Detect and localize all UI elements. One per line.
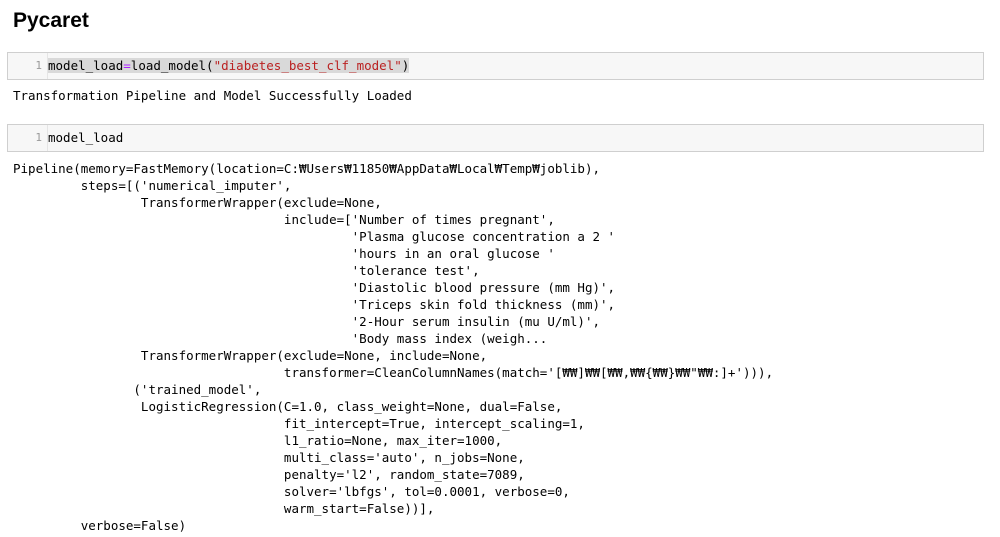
output-line: '2-Hour serum insulin (mu U/ml)', [13, 314, 600, 329]
cell-output-2: Pipeline(memory=FastMemory(location=C:₩U… [13, 160, 773, 534]
output-line: 'Body mass index (weigh... [13, 331, 548, 346]
output-line: solver='lbfgs', tol=0.0001, verbose=0, [13, 484, 570, 499]
page-title: Pycaret [13, 9, 89, 32]
output-line: l1_ratio=None, max_iter=1000, [13, 433, 503, 448]
output-line: penalty='l2', random_state=7089, [13, 467, 525, 482]
output-line: multi_class='auto', n_jobs=None, [13, 450, 525, 465]
output-line: 'Triceps skin fold thickness (mm)', [13, 297, 616, 312]
cell-output-1: Transformation Pipeline and Model Succes… [13, 88, 412, 103]
code-selection-highlight: model_load=load_model("diabetes_best_clf… [48, 58, 410, 73]
output-line: 'Diastolic blood pressure (mm Hg)', [13, 280, 616, 295]
code-variable: model_load [48, 58, 124, 73]
output-line: LogisticRegression(C=1.0, class_weight=N… [13, 399, 563, 414]
line-number: 1 [35, 131, 42, 144]
code-line[interactable]: model_load=load_model("diabetes_best_clf… [47, 53, 410, 79]
code-cell-2[interactable]: 1 model_load [7, 124, 984, 152]
code-string-literal: "diabetes_best_clf_model" [213, 58, 402, 73]
output-line: steps=[('numerical_imputer', [13, 178, 292, 193]
code-operator: = [123, 58, 131, 73]
code-line[interactable]: model_load [47, 125, 123, 151]
output-line: include=['Number of times pregnant', [13, 212, 555, 227]
output-line: verbose=False) [13, 518, 187, 533]
output-line: fit_intercept=True, intercept_scaling=1, [13, 416, 585, 431]
output-line: Pipeline(memory=FastMemory(location=C:₩U… [13, 161, 600, 176]
output-line: TransformerWrapper(exclude=None, include… [13, 348, 488, 363]
code-close-paren: ) [401, 58, 410, 73]
code-cell-1[interactable]: 1 model_load=load_model("diabetes_best_c… [7, 52, 984, 80]
code-function-call: load_model( [130, 58, 214, 73]
output-line: TransformerWrapper(exclude=None, [13, 195, 382, 210]
line-number: 1 [35, 59, 42, 72]
output-line: transformer=CleanColumnNames(match='[₩₩]… [13, 365, 774, 380]
output-line: warm_start=False))], [13, 501, 435, 516]
output-line: ('trained_model', [13, 382, 262, 397]
output-line: 'Plasma glucose concentration a 2 ' [13, 229, 616, 244]
output-line: 'hours in an oral glucose ' [13, 246, 555, 261]
output-line: 'tolerance test', [13, 263, 480, 278]
